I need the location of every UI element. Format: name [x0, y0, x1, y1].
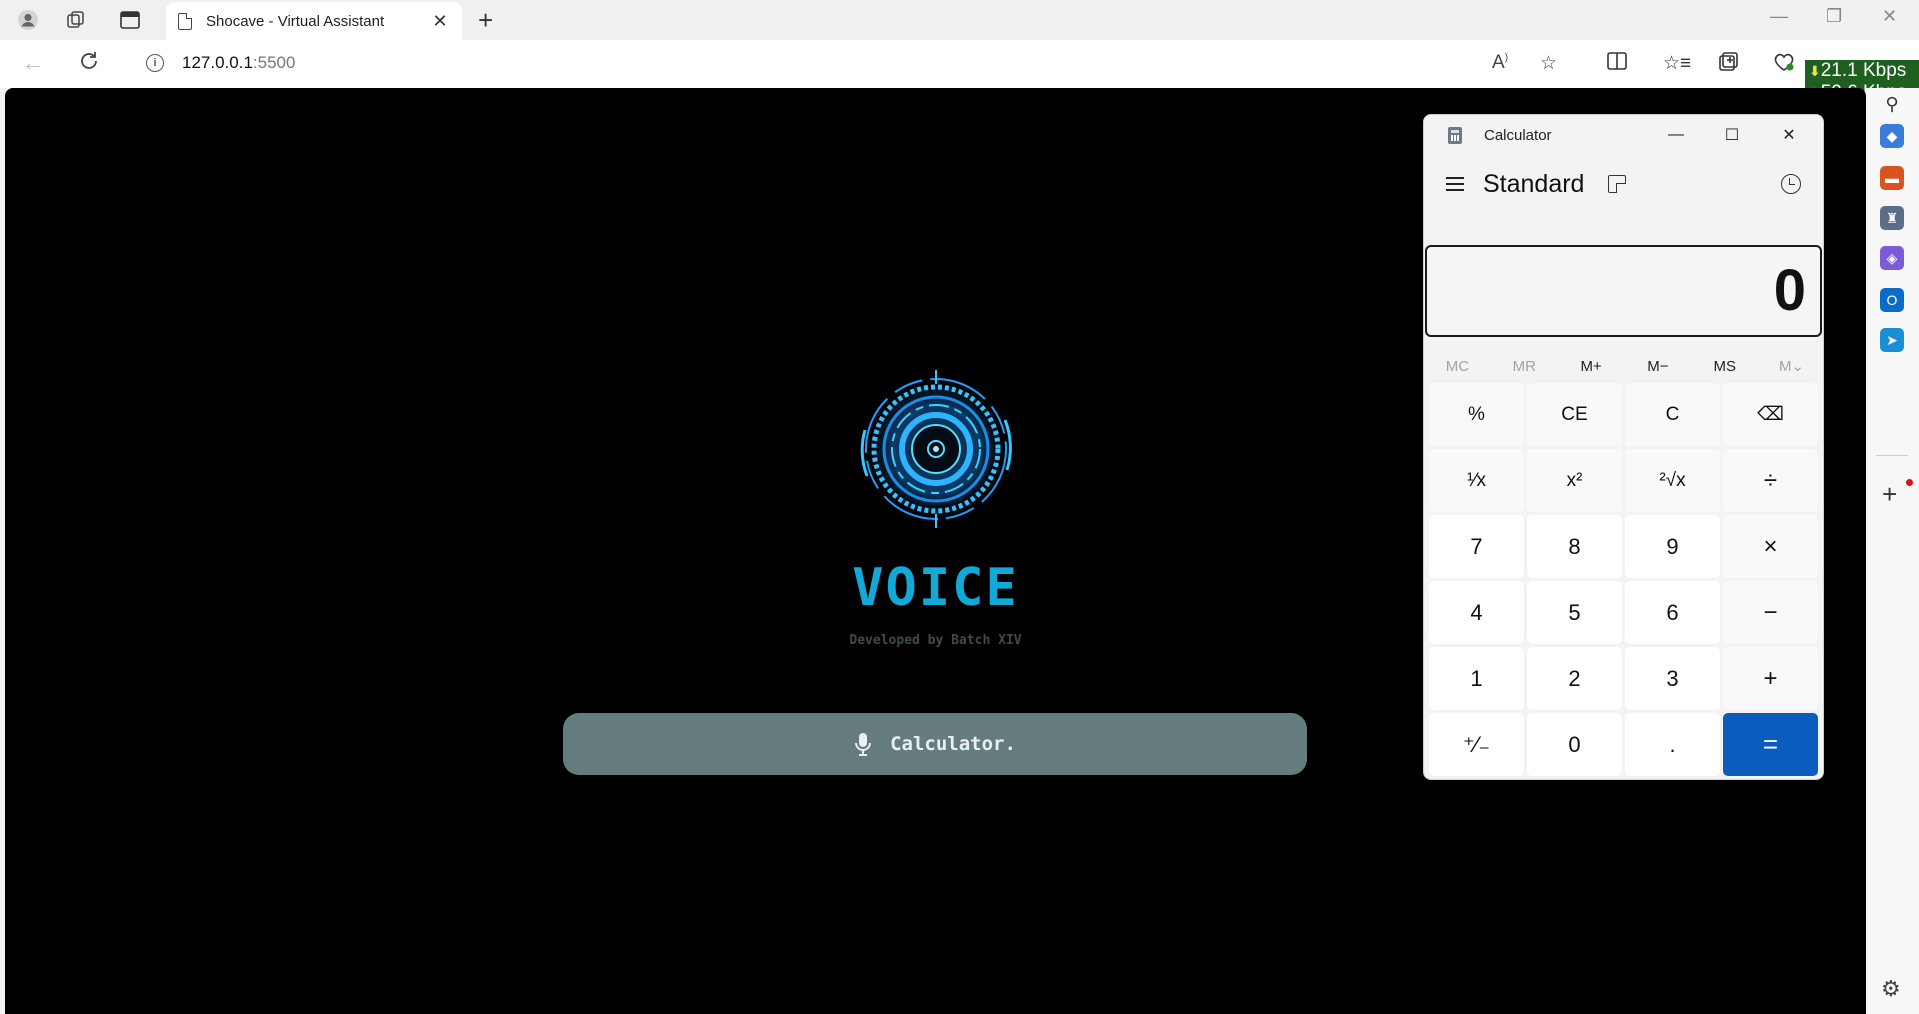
memory-recall-button[interactable]: MR: [1491, 347, 1558, 387]
calc-close-icon[interactable]: ✕: [1777, 123, 1801, 147]
tab-title: Shocave - Virtual Assistant: [206, 12, 385, 30]
download-speed: 21.1 Kbps: [1820, 60, 1907, 81]
favorites-icon[interactable]: ☆≡: [1663, 52, 1691, 75]
multiply-key[interactable]: ×: [1723, 515, 1818, 578]
outlook-icon[interactable]: O: [1880, 288, 1904, 312]
memory-clear-button[interactable]: MC: [1424, 347, 1491, 387]
display-value: 0: [1773, 258, 1806, 323]
memory-add-button[interactable]: M+: [1558, 347, 1625, 387]
memory-subtract-button[interactable]: M−: [1624, 347, 1691, 387]
download-arrow-icon: ⬇: [1809, 63, 1821, 79]
browser-essentials-icon[interactable]: [1773, 52, 1795, 78]
calculator-window[interactable]: Calculator — ☐ ✕ Standard 0 MC MR M+ M− …: [1423, 114, 1824, 780]
close-window-icon[interactable]: ✕: [1882, 6, 1897, 27]
percent-key[interactable]: %: [1429, 383, 1524, 446]
digit-1-key[interactable]: 1: [1429, 647, 1524, 710]
url-port: :5500: [252, 53, 296, 72]
profile-icon[interactable]: [16, 8, 40, 32]
digit-8-key[interactable]: 8: [1527, 515, 1622, 578]
sidebar-divider: [1876, 455, 1908, 456]
backspace-key[interactable]: ⌫: [1723, 383, 1818, 446]
tools-briefcase-icon[interactable]: ▬: [1880, 166, 1904, 190]
address-bar[interactable]: i 127.0.0.1:5500 A) ☆: [124, 44, 1584, 82]
calculator-titlebar[interactable]: Calculator — ☐ ✕: [1424, 115, 1823, 155]
reciprocal-key[interactable]: ¹⁄x: [1429, 449, 1524, 512]
send-drop-icon[interactable]: ➤: [1880, 328, 1904, 352]
site-info-icon[interactable]: i: [146, 54, 164, 72]
digit-3-key[interactable]: 3: [1625, 647, 1720, 710]
voice-hud-orb-icon: [860, 370, 1012, 528]
search-icon[interactable]: ⚲: [1880, 92, 1904, 116]
voice-command-bar[interactable]: Calculator.: [563, 713, 1307, 775]
document-icon: [178, 12, 192, 30]
calculator-app-icon: [1448, 127, 1462, 144]
back-icon[interactable]: ←: [22, 50, 44, 76]
edge-sidebar: ⚲ ◆ ▬ ♜ ◈ O ➤ + ⚙: [1866, 88, 1919, 1014]
sidebar-settings-gear-icon[interactable]: ⚙: [1881, 976, 1901, 1002]
browser-tabbar: Shocave - Virtual Assistant ✕ + — ❐ ✕: [0, 0, 1919, 40]
split-screen-icon[interactable]: [1607, 52, 1627, 76]
calculator-app-name: Calculator: [1484, 127, 1552, 144]
digit-7-key[interactable]: 7: [1429, 515, 1524, 578]
memory-store-button[interactable]: MS: [1691, 347, 1758, 387]
active-tab[interactable]: Shocave - Virtual Assistant ✕: [166, 2, 462, 40]
calculator-display: 0: [1425, 245, 1822, 337]
divide-key[interactable]: ÷: [1723, 449, 1818, 512]
url-host: 127.0.0.1: [182, 53, 253, 72]
collections-icon[interactable]: [1718, 52, 1738, 78]
digit-5-key[interactable]: 5: [1527, 581, 1622, 644]
negate-key[interactable]: ⁺⁄₋: [1429, 713, 1524, 776]
digit-6-key[interactable]: 6: [1625, 581, 1720, 644]
subtract-key[interactable]: −: [1723, 581, 1818, 644]
browser-toolbar: ← i 127.0.0.1:5500 A) ☆ ☆≡: [0, 40, 1919, 88]
square-root-key[interactable]: ²√x: [1625, 449, 1720, 512]
games-icon[interactable]: ♜: [1880, 206, 1904, 230]
vertical-tabs-icon[interactable]: [118, 8, 142, 32]
keypad: % CE C ⌫ ¹⁄x x² ²√x ÷ 7 8 9 × 4 5 6 − 1 …: [1429, 383, 1820, 777]
refresh-icon[interactable]: [78, 50, 100, 78]
notification-dot: [1906, 479, 1913, 486]
microsoft-365-icon[interactable]: ◈: [1880, 246, 1904, 270]
microphone-icon[interactable]: [854, 732, 872, 756]
memory-list-button[interactable]: M⌄: [1758, 347, 1823, 387]
digit-9-key[interactable]: 9: [1625, 515, 1720, 578]
add-sidebar-app-icon[interactable]: +: [1882, 479, 1897, 510]
minimize-icon[interactable]: —: [1770, 6, 1788, 27]
calculator-mode-title: Standard: [1483, 170, 1585, 198]
add-key[interactable]: +: [1723, 647, 1818, 710]
restore-icon[interactable]: ❐: [1826, 6, 1842, 27]
memory-row: MC MR M+ M− MS M⌄: [1424, 347, 1823, 387]
navigation-menu-icon[interactable]: [1446, 177, 1464, 195]
read-aloud-icon[interactable]: A): [1492, 52, 1508, 74]
clear-entry-key[interactable]: CE: [1527, 383, 1622, 446]
decimal-key[interactable]: .: [1625, 713, 1720, 776]
digit-0-key[interactable]: 0: [1527, 713, 1622, 776]
new-tab-button[interactable]: +: [478, 5, 493, 36]
favorite-star-icon[interactable]: ☆: [1540, 52, 1557, 75]
equals-key[interactable]: =: [1723, 713, 1818, 776]
tab-close-icon[interactable]: ✕: [430, 11, 450, 32]
clear-key[interactable]: C: [1625, 383, 1720, 446]
shopping-tag-icon[interactable]: ◆: [1880, 124, 1904, 148]
digit-2-key[interactable]: 2: [1527, 647, 1622, 710]
voice-command-text: Calculator.: [890, 733, 1016, 755]
digit-4-key[interactable]: 4: [1429, 581, 1524, 644]
calc-minimize-icon[interactable]: —: [1664, 123, 1688, 147]
calc-maximize-icon[interactable]: ☐: [1720, 123, 1744, 147]
square-key[interactable]: x²: [1527, 449, 1622, 512]
history-icon[interactable]: [1781, 174, 1801, 194]
workspaces-icon[interactable]: [64, 8, 88, 32]
keep-on-top-icon[interactable]: [1608, 175, 1626, 193]
